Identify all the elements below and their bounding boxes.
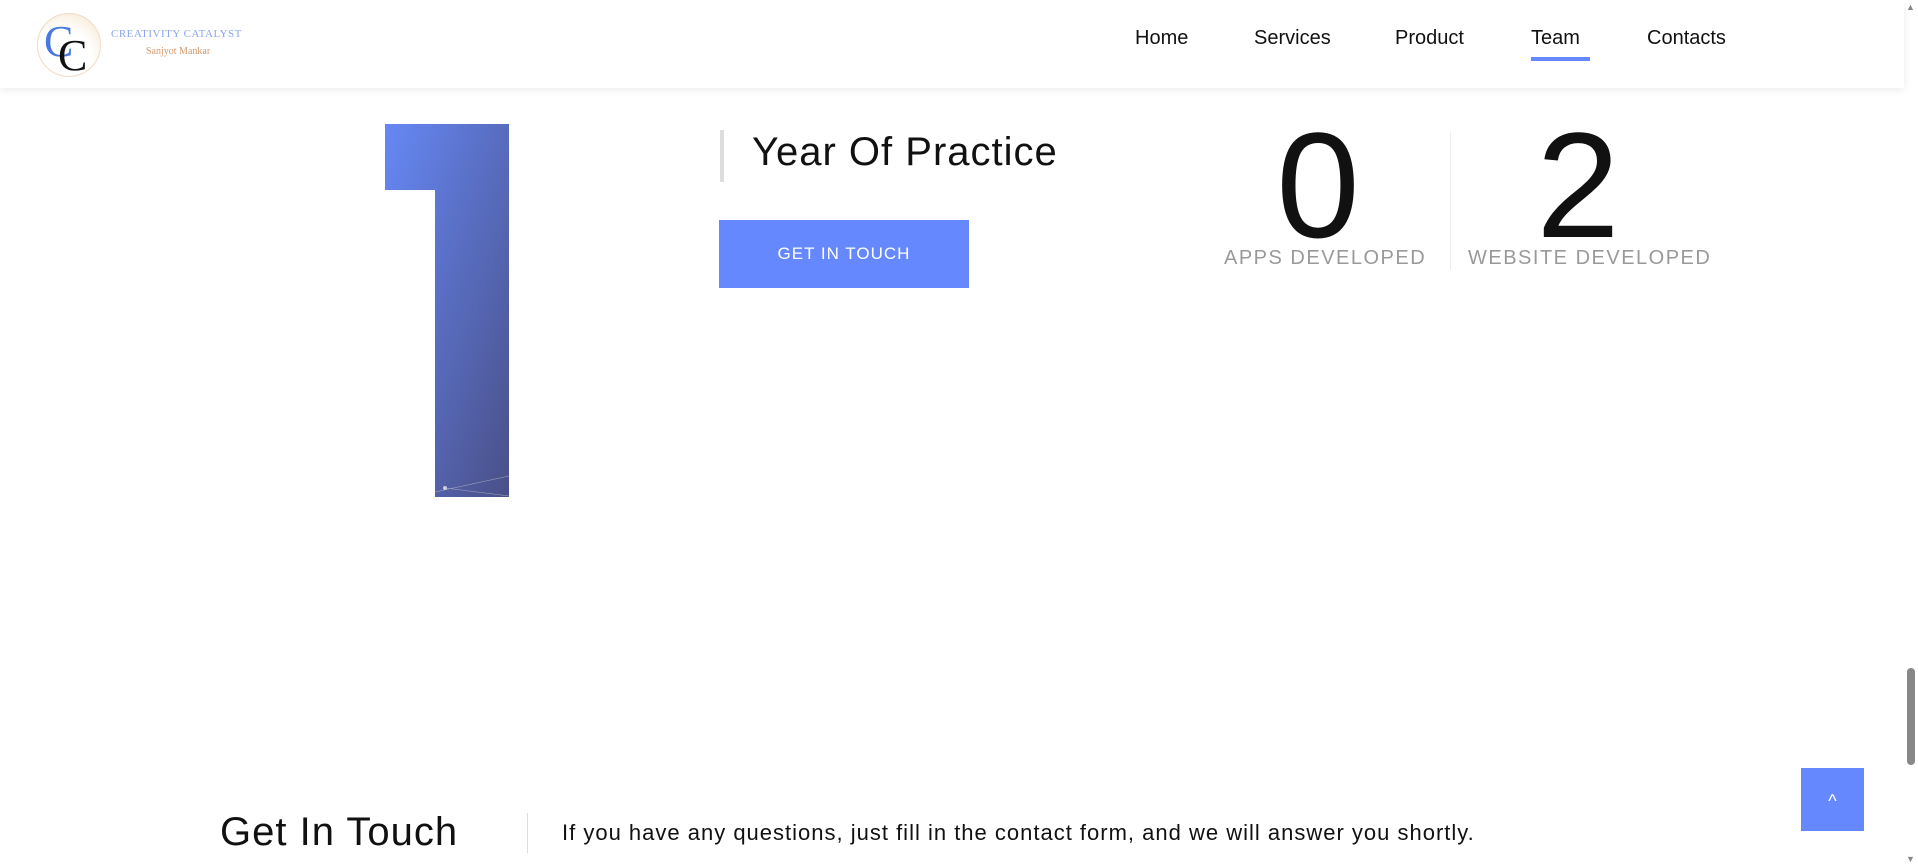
scrollbar[interactable]: ▲ ▼ [1904, 0, 1918, 866]
scrollbar-thumb[interactable] [1907, 668, 1915, 765]
scroll-up-arrow-icon[interactable]: ▲ [1906, 2, 1915, 12]
active-nav-indicator [1531, 57, 1590, 61]
top-navbar: CC CREATIVITY CATALYST Sanjyot Mankar Ho… [0, 0, 1904, 88]
apps-label: APPS DEVELOPED [1224, 247, 1427, 269]
nav-team[interactable]: Team [1531, 27, 1580, 50]
divider [1450, 132, 1451, 270]
contact-description: If you have any questions, just fill in … [562, 820, 1475, 845]
accent-bar [720, 130, 724, 182]
get-in-touch-button[interactable]: GET IN TOUCH [719, 220, 969, 288]
years-label: Year Of Practice [752, 130, 1058, 174]
nav-contacts[interactable]: Contacts [1647, 27, 1726, 50]
logo[interactable]: CC [37, 13, 101, 80]
scroll-down-arrow-icon[interactable]: ▼ [1906, 854, 1915, 864]
websites-label: WEBSITE DEVELOPED [1468, 247, 1712, 269]
divider [527, 813, 528, 853]
brand-owner: Sanjyot Mankar [146, 46, 211, 57]
apps-count: 0 [1276, 101, 1360, 269]
big-number-one [385, 124, 509, 497]
nav-product[interactable]: Product [1395, 27, 1464, 50]
brand-name: CREATIVITY CATALYST [111, 28, 242, 40]
scroll-to-top-button[interactable]: ^ [1801, 768, 1864, 831]
chevron-up-icon: ^ [1828, 791, 1837, 811]
contact-title: Get In Touch [220, 810, 459, 854]
nav-services[interactable]: Services [1254, 27, 1331, 50]
websites-count: 2 [1536, 101, 1620, 269]
nav-home[interactable]: Home [1135, 27, 1188, 50]
